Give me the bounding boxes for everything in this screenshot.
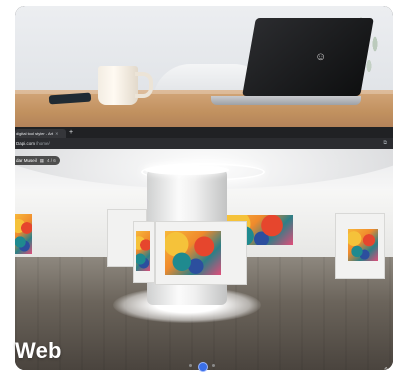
preview-card: ☺ digital tool styler - Art ✕ + Dapi.com… [15,6,393,370]
desk-photo: ☺ [15,6,393,127]
browser-tab[interactable]: digital tool styler - Art ✕ [15,129,66,138]
painting-left-wall[interactable] [15,214,32,254]
share-icon[interactable]: ⎙ ⛶ [384,367,393,370]
platform-label: Web [15,338,62,363]
new-tab-button[interactable]: + [69,129,73,136]
tab-title: digital tool styler - Art [16,131,54,136]
pillar-light [145,165,229,175]
painting-pillar-center[interactable] [165,231,221,275]
carousel-dot-prev[interactable] [189,364,192,367]
gallery-breadcrumb[interactable]: dar Museil ▦ 4 / 6 [15,156,60,165]
smile-logo-icon: ☺ [315,51,327,63]
mug-handle [135,72,153,98]
browser-tabbar: digital tool styler - Art ✕ + [15,127,393,138]
museum-title: dar Museil [16,158,37,163]
puzzle-icon[interactable]: ⧉ [383,140,387,146]
carousel-dot-active[interactable] [198,362,208,372]
artwork-counter: 4 / 6 [47,158,56,163]
gallery-viewport[interactable] [15,149,393,370]
painting-pillar-left[interactable] [136,231,150,271]
url-domain: Dapi.com [16,141,36,146]
url-path: /home/ [36,141,50,146]
grid-icon: ▦ [39,157,45,163]
coffee-mug [98,66,138,105]
close-icon[interactable]: ✕ [55,131,58,136]
carousel-dot-next[interactable] [212,364,215,367]
laptop-lid [242,18,374,96]
address-bar[interactable]: Dapi.com /home/ ⧉ [15,138,393,149]
painting-right-panel[interactable] [348,229,378,261]
laptop-base [211,96,361,105]
